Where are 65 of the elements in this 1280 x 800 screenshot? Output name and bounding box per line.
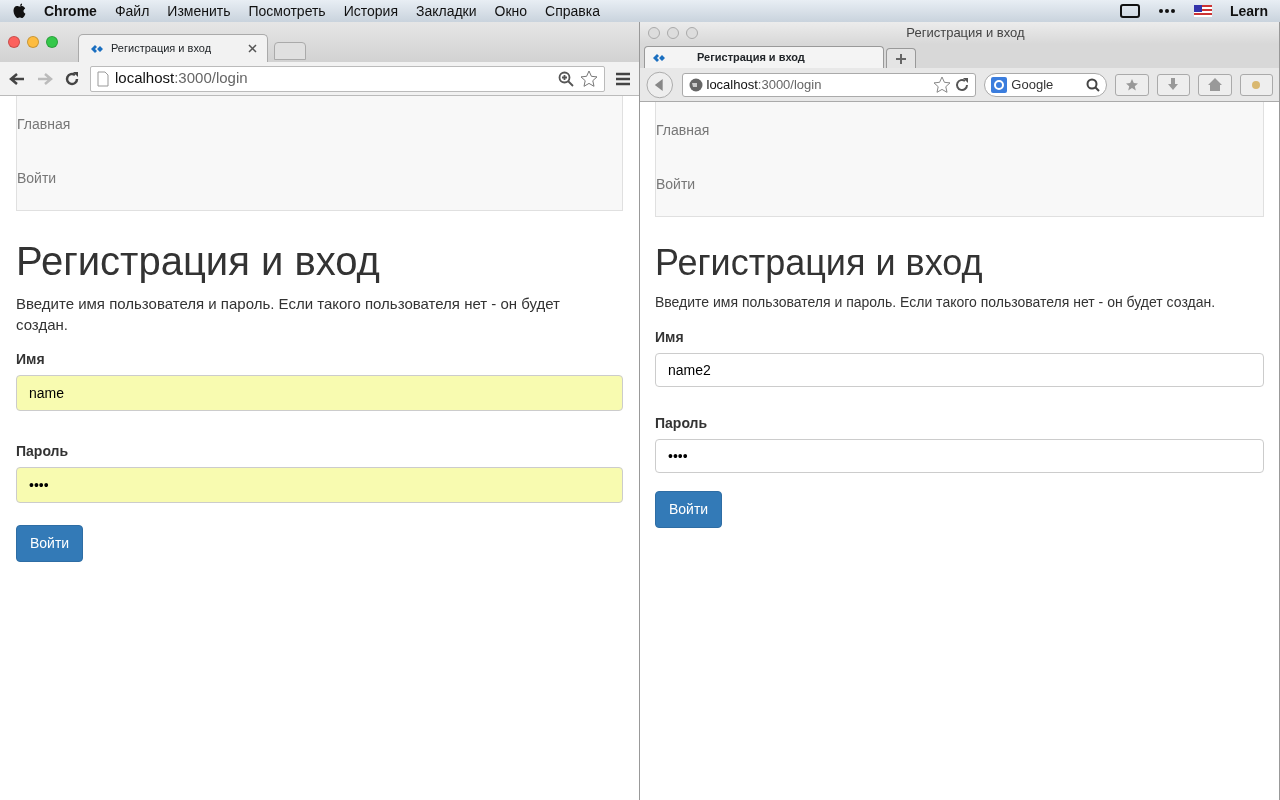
menu-icon[interactable] [615, 71, 631, 86]
app-menu[interactable]: Chrome [44, 0, 97, 22]
window-title: Регистрация и вход [905, 24, 1026, 43]
browser-tab[interactable]: Регистрация и вход [644, 46, 884, 68]
intro-text: Введите имя пользователя и пароль. Если такого пользователя нет - он будет создан. [16, 294, 561, 335]
window-control-button[interactable] [648, 27, 660, 39]
close-icon[interactable] [248, 44, 257, 53]
back-button-icon[interactable] [646, 70, 674, 99]
page-icon [97, 70, 109, 87]
search-field[interactable]: Google [984, 72, 1108, 97]
input-field[interactable]: name2 [655, 353, 1264, 388]
input-field[interactable]: •••• [16, 467, 623, 503]
star-icon[interactable] [580, 69, 598, 88]
reload-icon[interactable] [955, 77, 970, 92]
download-button[interactable] [1156, 73, 1191, 96]
menu-item[interactable]: Посмотреть [248, 0, 326, 22]
new-tab-button[interactable] [886, 48, 916, 68]
menu-item[interactable]: Закладки [415, 0, 477, 22]
forward-arrow-icon[interactable] [36, 70, 54, 87]
field-label: Пароль [655, 414, 709, 434]
menu-item[interactable]: Справка [545, 0, 601, 22]
window-control-button[interactable] [667, 27, 679, 39]
globe-icon [688, 77, 703, 92]
bookmarks-button[interactable] [1115, 73, 1149, 96]
window-control-button[interactable] [686, 27, 698, 39]
tab-title: Регистрация и вход [111, 41, 212, 57]
nav-link[interactable]: Войти [656, 174, 1263, 204]
field-label: Пароль [16, 442, 70, 461]
back-arrow-icon[interactable] [8, 70, 26, 87]
intro-text: Введите имя пользователя и пароль. Если такого пользователя нет - он будет создан. [655, 293, 1217, 313]
page-heading: Регистрация и вход [655, 241, 984, 285]
nav-link[interactable]: Главная [656, 120, 1263, 174]
home-button[interactable] [1198, 73, 1232, 96]
tab-title: Регистрация и вход [697, 50, 805, 66]
field-label: Имя [655, 328, 685, 348]
search-engine-icon [991, 76, 1008, 93]
zoom-icon[interactable] [558, 70, 574, 87]
input-field[interactable]: name [16, 375, 623, 411]
submit-button[interactable]: Войти [16, 525, 84, 562]
page-heading: Регистрация и вход [16, 238, 381, 285]
submit-button[interactable]: Войти [655, 491, 723, 529]
nav-link[interactable]: Войти [17, 168, 622, 198]
extension-button[interactable] [1239, 73, 1273, 96]
menu-item[interactable]: Файл [114, 0, 150, 22]
display-icon[interactable] [1119, 3, 1140, 19]
address-bar[interactable]: localhost:3000/login [681, 72, 977, 97]
url-text: localhost:3000/login [706, 75, 822, 94]
menu-item[interactable]: Изменить [167, 0, 231, 22]
flag-icon[interactable] [1193, 5, 1212, 17]
search-icon[interactable] [1086, 77, 1101, 92]
star-icon[interactable] [933, 75, 952, 94]
ellipsis-icon[interactable] [1157, 8, 1176, 14]
browser-tab[interactable]: Регистрация и вход [78, 34, 268, 62]
plus-icon [895, 52, 907, 65]
input-field[interactable]: •••• [655, 439, 1264, 474]
apple-logo-icon[interactable] [12, 3, 26, 19]
nav-link[interactable]: Главная [17, 114, 622, 168]
reload-icon[interactable] [64, 70, 80, 87]
user-menu[interactable]: Learn [1229, 0, 1268, 22]
menu-item[interactable]: История [343, 0, 398, 22]
field-label: Имя [16, 350, 46, 369]
menu-item[interactable]: Окно [494, 0, 528, 22]
search-placeholder: Google [1011, 75, 1054, 94]
url-text: localhost:3000/login [115, 68, 248, 89]
address-bar[interactable]: localhost:3000/login [90, 65, 605, 92]
